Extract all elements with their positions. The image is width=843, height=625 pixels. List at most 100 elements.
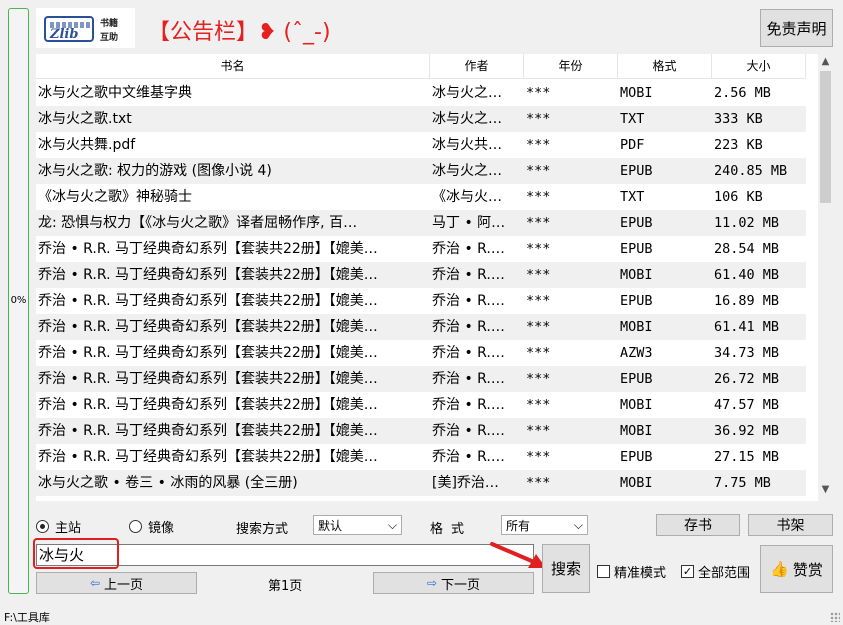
vertical-scrollbar[interactable]: ▲ ▼: [818, 54, 833, 501]
cell-title: 乔治 • R.R. 马丁经典奇幻系列【套装共22册】【媲美…: [38, 397, 378, 413]
cell-size: 27.15 MB: [714, 449, 780, 465]
cell-title: 冰与火之歌中文维基字典: [38, 85, 192, 101]
search-mode-label: 搜索方式: [236, 522, 289, 537]
cell-title: 乔治 • R.R. 马丁经典奇幻系列【套装共22册】【媲美…: [38, 371, 378, 387]
page-indicator: 第1页: [268, 579, 303, 594]
search-button[interactable]: 搜索: [542, 544, 590, 593]
cell-format: EPUB: [620, 449, 653, 465]
cell-year: ***: [526, 189, 551, 205]
column-header-author[interactable]: 作者: [430, 54, 524, 79]
table-row[interactable]: 冰与火之歌 • 卷三 • 冰雨的风暴 (全三册) [美]乔治… *** MOBI 7.7…: [36, 470, 806, 496]
format-label: 格式: [430, 522, 473, 537]
cell-format: EPUB: [620, 371, 653, 387]
prev-page-button[interactable]: ⇦ 上一页: [36, 572, 197, 594]
column-header-format[interactable]: 格式: [618, 54, 712, 79]
scroll-down-icon[interactable]: ▼: [818, 484, 833, 498]
cell-size: 16.89 MB: [714, 293, 780, 309]
table-row[interactable]: 乔治 • R.R. 马丁经典奇幻系列【套装共22册】【媲美… 乔治 • R.… **…: [36, 366, 806, 392]
cell-year: ***: [526, 163, 551, 179]
radio-main-indicator[interactable]: [36, 520, 49, 533]
radio-mirror-site[interactable]: 镜像: [129, 517, 174, 536]
results-table: 书名 作者 年份 格式 大小 冰与火之歌中文维基字典 冰与火之… *** MOBI 2.…: [36, 54, 833, 501]
precise-mode-box[interactable]: [597, 565, 610, 578]
table-row[interactable]: 冰与火之歌.txt 冰与火之… *** TXT 333 KB: [36, 106, 806, 132]
radio-mirror-label: 镜像: [148, 521, 175, 536]
column-header-year[interactable]: 年份: [524, 54, 618, 79]
cell-year: ***: [526, 371, 551, 387]
next-page-button[interactable]: ⇨ 下一页: [373, 572, 534, 594]
all-scope-checkbox[interactable]: ✓ 全部范围: [681, 562, 750, 581]
all-scope-box[interactable]: ✓: [681, 565, 694, 578]
cell-title: 冰与火之歌.txt: [38, 111, 132, 127]
table-row[interactable]: 龙: 恐惧与权力【《冰与火之歌》译者屈畅作序, 百… 马丁 • 阿… *** EPUB…: [36, 210, 806, 236]
resize-grip-icon[interactable]: [830, 612, 840, 622]
disclaimer-button[interactable]: 免责声明: [760, 9, 833, 47]
cell-author: 乔治 • R.…: [432, 345, 505, 361]
table-row[interactable]: 乔治 • R.R. 马丁经典奇幻系列【套装共22册】【媲美… 乔治 • R.… **…: [36, 314, 806, 340]
column-header-title[interactable]: 书名: [36, 54, 430, 79]
cell-format: MOBI: [620, 423, 653, 439]
donate-button[interactable]: 👍 赞赏: [760, 545, 833, 593]
cell-year: ***: [526, 475, 551, 491]
cell-format: EPUB: [620, 241, 653, 257]
cell-author: 冰与火之…: [432, 163, 502, 179]
cell-year: ***: [526, 449, 551, 465]
prev-page-label: 上一页: [104, 577, 144, 593]
cell-format: MOBI: [620, 267, 653, 283]
cell-author: 乔治 • R.…: [432, 267, 505, 283]
cell-size: 2.56 MB: [714, 85, 771, 101]
next-page-label: 下一页: [441, 577, 481, 593]
cell-title: 乔治 • R.R. 马丁经典奇幻系列【套装共22册】【媲美…: [38, 241, 378, 257]
table-row[interactable]: 乔治 • R.R. 马丁经典奇幻系列【套装共22册】【媲美… 乔治 • R.… **…: [36, 288, 806, 314]
announcement-banner[interactable]: 【公告栏】❥ (ˆ_-): [148, 14, 331, 46]
logo-badge: Zlib: [44, 16, 94, 42]
cell-size: 223 KB: [714, 137, 763, 153]
radio-mirror-indicator[interactable]: [129, 520, 142, 533]
table-row[interactable]: 乔治 • R.R. 马丁经典奇幻系列【套装共22册】【媲美… 乔治 • R.… **…: [36, 392, 806, 418]
table-row[interactable]: 冰与火共舞.pdf 冰与火共… *** PDF 223 KB: [36, 132, 806, 158]
cell-size: 36.92 MB: [714, 423, 780, 439]
thumbs-up-icon: 👍: [770, 560, 789, 578]
cell-author: 乔治 • R.…: [432, 397, 505, 413]
table-row[interactable]: 《冰与火之歌》神秘骑士 《冰与火… *** TXT 106 KB: [36, 184, 806, 210]
cell-title: 乔治 • R.R. 马丁经典奇幻系列【套装共22册】【媲美…: [38, 267, 378, 283]
cell-size: 333 KB: [714, 111, 763, 127]
table-row[interactable]: 乔治 • R.R. 马丁经典奇幻系列【套装共22册】【媲美… 乔治 • R.… **…: [36, 262, 806, 288]
precise-mode-checkbox[interactable]: 精准模式: [597, 562, 666, 581]
cell-format: EPUB: [620, 215, 653, 231]
save-book-button[interactable]: 存书: [656, 514, 740, 536]
table-row[interactable]: 乔治 • R.R. 马丁经典奇幻系列【套装共22册】【媲美… 乔治 • R.… **…: [36, 340, 806, 366]
table-row[interactable]: 乔治 • R.R. 马丁经典奇幻系列【套装共22册】【媲美… 乔治 • R.… **…: [36, 444, 806, 470]
cell-year: ***: [526, 111, 551, 127]
cell-year: ***: [526, 137, 551, 153]
search-mode-value: 默认: [318, 518, 343, 533]
scroll-thumb[interactable]: [820, 71, 831, 203]
cell-author: 乔治 • R.…: [432, 449, 505, 465]
logo-text-line1: 书籍: [100, 19, 119, 29]
cell-title: 乔治 • R.R. 马丁经典奇幻系列【套装共22册】【媲美…: [38, 345, 378, 361]
chevron-down-icon: ⌵: [387, 517, 397, 532]
cell-author: 马丁 • 阿…: [432, 215, 506, 231]
cell-size: 61.41 MB: [714, 319, 780, 335]
radio-main-site[interactable]: 主站: [36, 517, 81, 536]
scroll-up-icon[interactable]: ▲: [818, 56, 833, 70]
table-row[interactable]: 冰与火之歌: 权力的游戏 (图像小说 4) 冰与火之… *** EPUB 240.85 …: [36, 158, 806, 184]
column-header-size[interactable]: 大小: [712, 54, 806, 79]
chevron-down-icon: ⌵: [573, 517, 583, 532]
cell-format: EPUB: [620, 163, 653, 179]
cell-title: 龙: 恐惧与权力【《冰与火之歌》译者屈畅作序, 百…: [38, 215, 358, 231]
bookshelf-button[interactable]: 书架: [748, 514, 833, 536]
table-row[interactable]: 冰与火之歌中文维基字典 冰与火之… *** MOBI 2.56 MB: [36, 80, 806, 106]
table-row[interactable]: 乔治 • R.R. 马丁经典奇幻系列【套装共22册】【媲美… 乔治 • R.… **…: [36, 418, 806, 444]
cell-size: 34.73 MB: [714, 345, 780, 361]
cell-year: ***: [526, 241, 551, 257]
cell-year: ***: [526, 397, 551, 413]
format-select[interactable]: 所有 ⌵: [501, 515, 588, 535]
cell-format: MOBI: [620, 475, 653, 491]
cell-author: [美]乔治…: [432, 475, 499, 491]
cell-size: 240.85 MB: [714, 163, 788, 179]
table-row[interactable]: 乔治 • R.R. 马丁经典奇幻系列【套装共22册】【媲美… 乔治 • R.… **…: [36, 236, 806, 262]
cell-format: TXT: [620, 189, 645, 205]
search-mode-select[interactable]: 默认 ⌵: [313, 515, 402, 535]
table-header: 书名 作者 年份 格式 大小: [36, 54, 806, 79]
